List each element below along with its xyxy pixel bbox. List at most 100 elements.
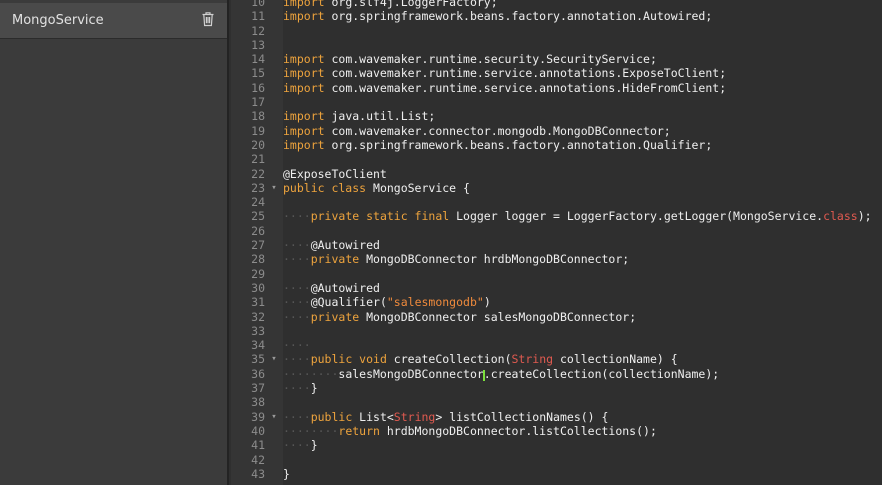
line-number: 29 <box>231 267 265 281</box>
code-line[interactable]: 40 ········return hrdbMongoDBConnector.li… <box>231 424 882 438</box>
fold-spacer <box>265 395 283 409</box>
fold-spacer <box>265 9 283 23</box>
line-number: 17 <box>231 95 265 109</box>
fold-spacer <box>265 381 283 395</box>
code-line[interactable]: 37····} <box>231 381 882 395</box>
fold-marker-icon[interactable]: ▾ <box>265 181 283 195</box>
fold-spacer <box>265 338 283 352</box>
line-number: 40 <box>231 424 265 438</box>
code-line[interactable]: 17 <box>231 95 882 109</box>
fold-spacer <box>265 467 283 481</box>
code-text: import com.wavemaker.runtime.service.ann… <box>283 66 726 80</box>
fold-spacer <box>265 295 283 309</box>
fold-spacer <box>265 24 283 38</box>
line-number: 30 <box>231 281 265 295</box>
code-line[interactable]: 32 ····private MongoDBConnector salesMong… <box>231 310 882 324</box>
fold-spacer <box>265 124 283 138</box>
line-number: 36 <box>231 367 265 381</box>
code-line[interactable]: 29 <box>231 267 882 281</box>
line-number: 24 <box>231 195 265 209</box>
code-text: ····@Autowired <box>283 281 380 295</box>
code-line[interactable]: 26 <box>231 224 882 238</box>
fold-spacer <box>265 0 283 9</box>
code-line[interactable]: 28····private MongoDBConnector hrdbMongo… <box>231 252 882 266</box>
code-line[interactable]: 24 <box>231 195 882 209</box>
code-line[interactable]: 33 <box>231 324 882 338</box>
code-line[interactable]: 20import org.springframework.beans.facto… <box>231 138 882 152</box>
code-text: ········return hrdbMongoDBConnector.list… <box>283 424 657 438</box>
fold-spacer <box>265 195 283 209</box>
code-line[interactable]: 21 <box>231 152 882 166</box>
code-line[interactable]: 12 <box>231 24 882 38</box>
code-line[interactable]: 22 @ExposeToClient <box>231 167 882 181</box>
fold-spacer <box>265 438 283 452</box>
code-line[interactable]: 38 <box>231 395 882 409</box>
code-text: import com.wavemaker.runtime.service.ann… <box>283 81 726 95</box>
line-number: 22 <box>231 167 265 181</box>
code-line[interactable]: 31····@Qualifier("salesmongodb") <box>231 295 882 309</box>
line-number: 19 <box>231 124 265 138</box>
code-text: public class MongoService { <box>283 181 470 195</box>
code-line[interactable]: 14 import com.wavemaker.runtime.security.… <box>231 52 882 66</box>
fold-spacer <box>265 267 283 281</box>
line-number: 11 <box>231 9 265 23</box>
code-text: import com.wavemaker.connector.mongodb.M… <box>283 124 671 138</box>
code-text: ····@Qualifier("salesmongodb") <box>283 295 491 309</box>
line-number: 23 <box>231 181 265 195</box>
code-line[interactable]: 35▾····public void createCollection(Stri… <box>231 352 882 366</box>
code-text: ···· <box>283 338 311 352</box>
line-number: 16 <box>231 81 265 95</box>
line-number: 35 <box>231 352 265 366</box>
service-list-panel: MongoService <box>0 0 229 485</box>
line-number: 33 <box>231 324 265 338</box>
line-number: 10 <box>231 0 265 9</box>
line-number: 34 <box>231 338 265 352</box>
fold-spacer <box>265 424 283 438</box>
fold-spacer <box>265 38 283 52</box>
code-text: ········salesMongoDBConnector.createColl… <box>283 367 719 381</box>
fold-spacer <box>265 95 283 109</box>
code-text: ····} <box>283 381 318 395</box>
code-line[interactable]: 23▾public class MongoService { <box>231 181 882 195</box>
code-line[interactable]: 15import com.wavemaker.runtime.service.a… <box>231 66 882 80</box>
code-line[interactable]: 19 import com.wavemaker.connector.mongodb… <box>231 124 882 138</box>
code-line[interactable]: 42 <box>231 453 882 467</box>
trash-icon <box>201 11 215 30</box>
fold-spacer <box>265 324 283 338</box>
code-line[interactable]: 25····private static final Logger logger… <box>231 209 882 223</box>
fold-marker-icon[interactable]: ▾ <box>265 410 283 424</box>
code-text: import com.wavemaker.runtime.security.Se… <box>283 52 657 66</box>
line-number: 13 <box>231 38 265 52</box>
code-line[interactable]: 30 ····@Autowired <box>231 281 882 295</box>
code-text: ····private MongoDBConnector salesMongoD… <box>283 310 636 324</box>
code-line[interactable]: 36 ········salesMongoDBConnector.createCo… <box>231 367 882 381</box>
line-number: 14 <box>231 52 265 66</box>
line-number: 18 <box>231 109 265 123</box>
code-text: @ExposeToClient <box>283 167 387 181</box>
code-editor[interactable]: 10import org.slf4j.LoggerFactory;11 impor… <box>231 0 882 485</box>
code-line[interactable]: 16 import com.wavemaker.runtime.service.a… <box>231 81 882 95</box>
code-line[interactable]: 41····} <box>231 438 882 452</box>
code-line[interactable]: 11 import org.springframework.beans.facto… <box>231 9 882 23</box>
code-line[interactable]: 18import java.util.List; <box>231 109 882 123</box>
code-line[interactable]: 34 ···· <box>231 338 882 352</box>
line-number: 21 <box>231 152 265 166</box>
service-name-label: MongoService <box>12 13 104 28</box>
code-text: ····public void createCollection(String … <box>283 352 678 366</box>
line-number: 41 <box>231 438 265 452</box>
code-line[interactable]: 13 <box>231 38 882 52</box>
delete-service-button[interactable] <box>199 9 217 32</box>
fold-spacer <box>265 81 283 95</box>
code-area[interactable]: 10import org.slf4j.LoggerFactory;11 impor… <box>231 0 882 481</box>
code-line[interactable]: 43} <box>231 467 882 481</box>
sidebar-item-mongoservice[interactable]: MongoService <box>0 3 227 39</box>
line-number: 32 <box>231 310 265 324</box>
line-number: 38 <box>231 395 265 409</box>
fold-spacer <box>265 152 283 166</box>
code-text: import org.springframework.beans.factory… <box>283 9 712 23</box>
code-line[interactable]: 27····@Autowired <box>231 238 882 252</box>
code-line[interactable]: 39▾····public List<String> listCollectio… <box>231 410 882 424</box>
fold-marker-icon[interactable]: ▾ <box>265 352 283 366</box>
code-text: import org.springframework.beans.factory… <box>283 138 712 152</box>
code-line[interactable]: 10import org.slf4j.LoggerFactory; <box>231 0 882 9</box>
